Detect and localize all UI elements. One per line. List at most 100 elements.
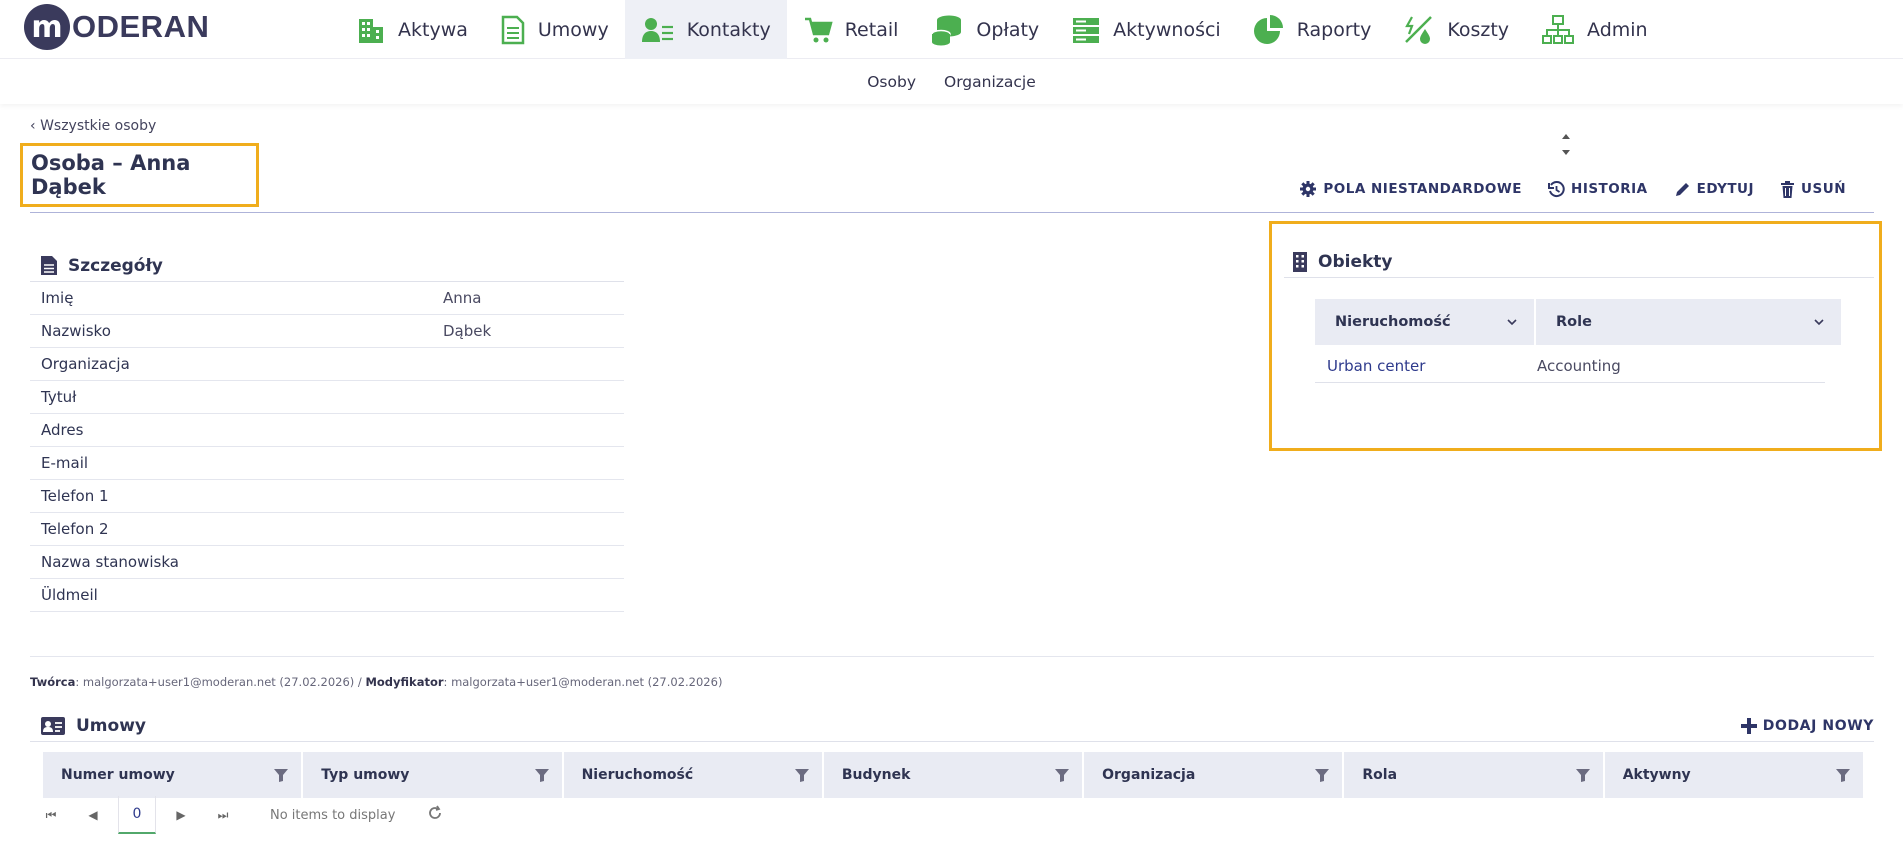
first-page-icon[interactable]: ⏮ bbox=[30, 808, 72, 823]
detail-row-uldmeil: Üldmeil bbox=[30, 579, 624, 612]
filter-icon[interactable] bbox=[1575, 767, 1591, 783]
property-link[interactable]: Urban center bbox=[1315, 357, 1537, 375]
nav-label: Admin bbox=[1587, 18, 1648, 41]
last-page-icon[interactable]: ⏭ bbox=[202, 808, 244, 823]
column-header-organizacja[interactable]: Organizacja bbox=[1084, 752, 1343, 798]
nav-item-aktywa[interactable]: Aktywa bbox=[340, 0, 484, 59]
nav-item-kontakty[interactable]: Kontakty bbox=[624, 0, 787, 59]
sub-navigation: Osoby Organizacje bbox=[0, 60, 1903, 104]
history-button[interactable]: HISTORIA bbox=[1548, 180, 1648, 198]
page-title: Osoba – Anna Dąbek bbox=[31, 151, 191, 199]
delete-label: USUŃ bbox=[1801, 181, 1846, 197]
column-header-budynek[interactable]: Budynek bbox=[823, 752, 1083, 798]
nav-item-raporty[interactable]: Raporty bbox=[1237, 0, 1388, 59]
detail-label: E-mail bbox=[41, 454, 89, 472]
sitemap-icon bbox=[1542, 14, 1575, 44]
nav-label: Umowy bbox=[537, 18, 609, 41]
document-icon bbox=[41, 256, 57, 275]
detail-label: Adres bbox=[41, 421, 84, 439]
nav-label: Aktywności bbox=[1113, 18, 1221, 41]
nav-label: Koszty bbox=[1447, 18, 1510, 41]
current-page[interactable]: 0 bbox=[118, 796, 156, 834]
column-header-label: Rola bbox=[1362, 767, 1398, 783]
next-page-icon[interactable]: ▶ bbox=[160, 808, 202, 822]
column-header-rola[interactable]: Rola bbox=[1344, 752, 1603, 798]
nav-item-aktywnosci[interactable]: Aktywności bbox=[1055, 0, 1237, 59]
filter-icon[interactable] bbox=[1054, 767, 1070, 783]
detail-row-imie: Imię Anna bbox=[30, 282, 624, 315]
cart-icon bbox=[804, 17, 833, 42]
detail-row-nazwisko: Nazwisko Dąbek bbox=[30, 315, 624, 348]
column-header-label: Aktywny bbox=[1622, 767, 1691, 783]
nav-item-admin[interactable]: Admin bbox=[1525, 0, 1664, 59]
detail-row-organizacja: Organizacja bbox=[30, 348, 624, 381]
nav-label: Opłaty bbox=[976, 18, 1040, 41]
column-header-nieruchomosc[interactable]: Nieruchomość bbox=[563, 752, 822, 798]
subnav-item-organizacje[interactable]: Organizacje bbox=[944, 73, 1036, 91]
subnav-item-osoby[interactable]: Osoby bbox=[867, 73, 916, 91]
column-header-label: Role bbox=[1556, 314, 1592, 330]
previous-page-icon[interactable]: ◀ bbox=[72, 808, 114, 822]
detail-row-nazwa-stanowiska: Nazwa stanowiska bbox=[30, 546, 624, 579]
document-icon bbox=[501, 15, 525, 44]
objects-section: Obiekty Nieruchomość Role Urban center A… bbox=[1269, 221, 1882, 451]
filter-icon[interactable] bbox=[794, 767, 810, 783]
building-icon bbox=[359, 18, 383, 43]
column-header-role[interactable]: Role bbox=[1536, 299, 1841, 345]
filter-icon[interactable] bbox=[1835, 767, 1851, 783]
column-header-aktywny[interactable]: Aktywny bbox=[1604, 752, 1863, 798]
detail-label: Telefon 1 bbox=[41, 487, 109, 505]
top-navigation-bar: m ODERAN Aktywa Umowy Kontakty Retail Op… bbox=[0, 0, 1903, 59]
delete-button[interactable]: USUŃ bbox=[1780, 180, 1846, 198]
edit-button[interactable]: EDYTUJ bbox=[1674, 180, 1754, 198]
detail-label: Nazwa stanowiska bbox=[41, 553, 179, 571]
nav-item-umowy[interactable]: Umowy bbox=[484, 0, 625, 59]
detail-label: Üldmeil bbox=[41, 586, 98, 604]
add-new-button[interactable]: DODAJ NOWY bbox=[1740, 718, 1874, 734]
refresh-icon[interactable] bbox=[427, 805, 443, 825]
filter-icon[interactable] bbox=[534, 767, 550, 783]
history-label: HISTORIA bbox=[1571, 181, 1648, 197]
column-header-numer-umowy[interactable]: Numer umowy bbox=[43, 752, 302, 798]
nav-label: Retail bbox=[844, 18, 899, 41]
page-actions: POLA NIESTANDARDOWE HISTORIA EDYTUJ USUŃ bbox=[1299, 180, 1846, 198]
detail-label: Telefon 2 bbox=[41, 520, 109, 538]
filter-icon[interactable] bbox=[273, 767, 289, 783]
nav-item-retail[interactable]: Retail bbox=[787, 0, 915, 59]
detail-row-tytul: Tytuł bbox=[30, 381, 624, 414]
gear-icon bbox=[1300, 181, 1317, 197]
pie-chart-icon bbox=[1253, 14, 1283, 44]
chevron-left-icon: ‹ bbox=[30, 118, 41, 134]
contacts-icon bbox=[641, 17, 673, 42]
table-row: Urban center Accounting bbox=[1315, 350, 1825, 383]
column-header-typ-umowy[interactable]: Typ umowy bbox=[303, 752, 562, 798]
column-header-label: Organizacja bbox=[1102, 767, 1196, 783]
column-header-label: Typ umowy bbox=[321, 767, 410, 783]
column-header-label: Nieruchomość bbox=[581, 767, 694, 783]
nav-label: Aktywa bbox=[398, 18, 468, 41]
details-section: Szczegóły Imię Anna Nazwisko Dąbek Organiz… bbox=[30, 250, 624, 612]
edit-label: EDYTUJ bbox=[1696, 181, 1755, 197]
detail-row-adres: Adres bbox=[30, 414, 624, 447]
column-header-nieruchomosc[interactable]: Nieruchomość bbox=[1315, 299, 1534, 345]
meta-divider bbox=[30, 656, 1874, 657]
detail-label: Organizacja bbox=[41, 355, 130, 373]
main-nav: Aktywa Umowy Kontakty Retail Opłaty Akty… bbox=[340, 0, 1664, 59]
details-header: Szczegóły bbox=[30, 250, 624, 282]
building-icon bbox=[1293, 252, 1307, 272]
contracts-header: Umowy bbox=[30, 710, 1874, 742]
moderan-logo[interactable]: m ODERAN bbox=[24, 3, 209, 51]
server-icon bbox=[1073, 17, 1100, 43]
creator-label: Twórca bbox=[30, 675, 76, 689]
custom-fields-button[interactable]: POLA NIESTANDARDOWE bbox=[1299, 180, 1522, 198]
nav-item-koszty[interactable]: Koszty bbox=[1387, 0, 1525, 59]
filter-icon[interactable] bbox=[1314, 767, 1330, 783]
objects-scrollbar[interactable] bbox=[1560, 124, 1572, 164]
role-cell: Accounting bbox=[1537, 357, 1621, 375]
nav-item-oplaty[interactable]: Opłaty bbox=[914, 0, 1055, 59]
back-link-label: Wszystkie osoby bbox=[40, 118, 157, 134]
objects-title: Obiekty bbox=[1318, 251, 1393, 272]
back-link[interactable]: ‹ Wszystkie osoby bbox=[30, 118, 156, 134]
logo-mark: m bbox=[24, 4, 70, 50]
column-header-label: Numer umowy bbox=[61, 767, 175, 783]
